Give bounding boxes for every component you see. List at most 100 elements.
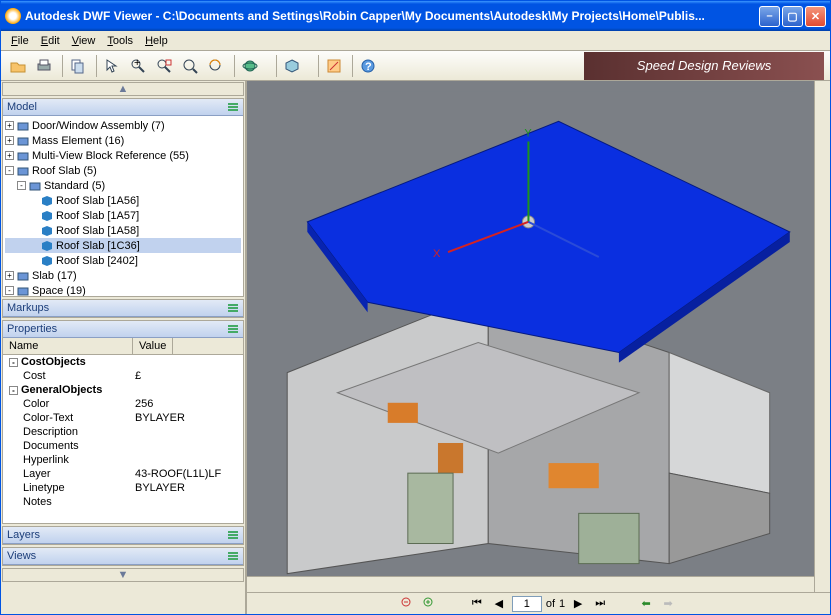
page-input[interactable] <box>512 596 542 612</box>
tree-toggle-icon[interactable]: - <box>17 181 26 190</box>
copy-icon[interactable] <box>67 55 89 77</box>
model-tree[interactable]: +Door/Window Assembly (7)+Mass Element (… <box>3 116 243 296</box>
tree-item[interactable]: +Mass Element (16) <box>5 133 241 148</box>
tree-item[interactable]: + Multi-View Block Reference (55) <box>5 148 241 163</box>
object-icon <box>17 120 29 132</box>
collapse-up-icon[interactable]: ▲ <box>2 82 244 96</box>
3d-viewport[interactable]: Y X ⏮ ◀ of 1 ▶ ⏭ ⬅ ➡ <box>247 81 830 614</box>
panel-title: Model <box>7 101 37 113</box>
tree-item-label: Space (19) <box>32 285 86 297</box>
first-page-icon[interactable]: ⏮ <box>468 596 486 612</box>
properties-panel-header[interactable]: Properties <box>3 321 243 338</box>
open-icon[interactable] <box>7 55 29 77</box>
zoom-out-button[interactable] <box>400 596 418 612</box>
object-icon <box>17 285 29 297</box>
orbit-icon[interactable] <box>239 55 261 77</box>
cube-icon <box>41 210 53 222</box>
tree-toggle-icon[interactable]: + <box>5 271 14 280</box>
help-icon[interactable]: ? <box>357 55 379 77</box>
menu-tools[interactable]: Tools <box>101 33 139 49</box>
menu-edit[interactable]: Edit <box>35 33 66 49</box>
views-panel-header[interactable]: Views <box>3 548 243 565</box>
column-name[interactable]: Name <box>3 338 133 354</box>
property-value <box>135 384 241 396</box>
tree-toggle-icon[interactable]: - <box>5 286 14 295</box>
panel-menu-icon[interactable] <box>227 302 239 314</box>
tree-item[interactable]: -Roof Slab (5) <box>5 163 241 178</box>
column-value[interactable]: Value <box>133 338 173 354</box>
cube-icon <box>41 195 53 207</box>
tree-item[interactable]: Roof Slab [2402] <box>5 253 241 268</box>
svg-text:?: ? <box>365 61 372 73</box>
horizontal-scrollbar[interactable] <box>247 576 814 592</box>
property-value: £ <box>135 370 241 382</box>
markup-icon[interactable] <box>323 55 345 77</box>
next-page-icon[interactable]: ▶ <box>569 596 587 612</box>
page-total: 1 <box>559 598 565 610</box>
tree-item[interactable]: -Standard (5) <box>5 178 241 193</box>
cube-icon <box>41 255 53 267</box>
property-name: Color-Text <box>5 412 135 424</box>
model-panel-header[interactable]: Model <box>3 99 243 116</box>
tree-item[interactable]: Roof Slab [1A58] <box>5 223 241 238</box>
tree-toggle-icon[interactable]: - <box>5 166 14 175</box>
nav-forward-icon[interactable]: ➡ <box>659 596 677 612</box>
panel-menu-icon[interactable] <box>227 529 239 541</box>
collapse-down-icon[interactable]: ▼ <box>2 568 244 582</box>
tree-item[interactable]: Roof Slab [1A57] <box>5 208 241 223</box>
zoom-window-icon[interactable]: + <box>127 55 149 77</box>
tree-item[interactable]: Roof Slab [1C36] <box>5 238 241 253</box>
toolbar: + ? Speed Design Reviews <box>1 51 830 81</box>
prev-page-icon[interactable]: ◀ <box>490 596 508 612</box>
tree-item-label: Roof Slab [1C36] <box>56 240 140 252</box>
tree-item-label: Roof Slab [1A58] <box>56 225 139 237</box>
layers-panel-header[interactable]: Layers <box>3 527 243 544</box>
minimize-button[interactable]: – <box>759 6 780 27</box>
select-icon[interactable] <box>101 55 123 77</box>
tree-item[interactable]: +Slab (17) <box>5 268 241 283</box>
properties-row: Color256 <box>3 397 243 411</box>
print-icon[interactable] <box>33 55 55 77</box>
properties-grid: Name Value -CostObjectsCost£-GeneralObje… <box>3 338 243 523</box>
vertical-scrollbar[interactable] <box>814 81 830 592</box>
zoom-in-icon[interactable] <box>179 55 201 77</box>
tree-item-label: Roof Slab [2402] <box>56 255 138 267</box>
banner: Speed Design Reviews <box>584 52 824 80</box>
object-icon <box>17 165 29 177</box>
panel-menu-icon[interactable] <box>227 550 239 562</box>
markups-panel-header[interactable]: Markups <box>3 300 243 317</box>
zoom-extents-icon[interactable] <box>153 55 175 77</box>
menu-help[interactable]: Help <box>139 33 174 49</box>
properties-section: -CostObjects <box>3 355 243 369</box>
properties-panel: Properties Name Value -CostObjectsCost£ -… <box>2 320 244 524</box>
views-panel: Views <box>2 547 244 566</box>
zoom-out-icon[interactable] <box>205 55 227 77</box>
cube-icon <box>41 240 53 252</box>
close-button[interactable]: ✕ <box>805 6 826 27</box>
properties-row: Notes <box>3 495 243 509</box>
tree-item[interactable]: +Door/Window Assembly (7) <box>5 118 241 133</box>
tree-item-label: Multi-View Block Reference (55) <box>32 150 189 162</box>
properties-row: Color-TextBYLAYER <box>3 411 243 425</box>
tree-toggle-icon[interactable]: + <box>5 136 14 145</box>
tree-item[interactable]: Roof Slab [1A56] <box>5 193 241 208</box>
section-toggle-icon[interactable]: - <box>9 358 18 367</box>
property-name: Cost <box>5 370 135 382</box>
tree-toggle-icon[interactable]: + <box>5 121 14 130</box>
last-page-icon[interactable]: ⏭ <box>591 596 609 612</box>
zoom-in-button[interactable] <box>422 596 440 612</box>
tree-toggle-icon[interactable]: + <box>5 151 14 160</box>
properties-row: Description <box>3 425 243 439</box>
page-of-label: of <box>546 598 555 610</box>
view3d-icon[interactable] <box>281 55 303 77</box>
property-value: 256 <box>135 398 241 410</box>
maximize-button[interactable]: ▢ <box>782 6 803 27</box>
menu-view[interactable]: View <box>66 33 102 49</box>
nav-back-icon[interactable]: ⬅ <box>637 596 655 612</box>
panel-menu-icon[interactable] <box>227 101 239 113</box>
menu-file[interactable]: File <box>5 33 35 49</box>
panel-menu-icon[interactable] <box>227 323 239 335</box>
section-toggle-icon[interactable]: - <box>9 386 18 395</box>
tree-item[interactable]: - Space (19) <box>5 283 241 296</box>
object-icon <box>29 180 41 192</box>
